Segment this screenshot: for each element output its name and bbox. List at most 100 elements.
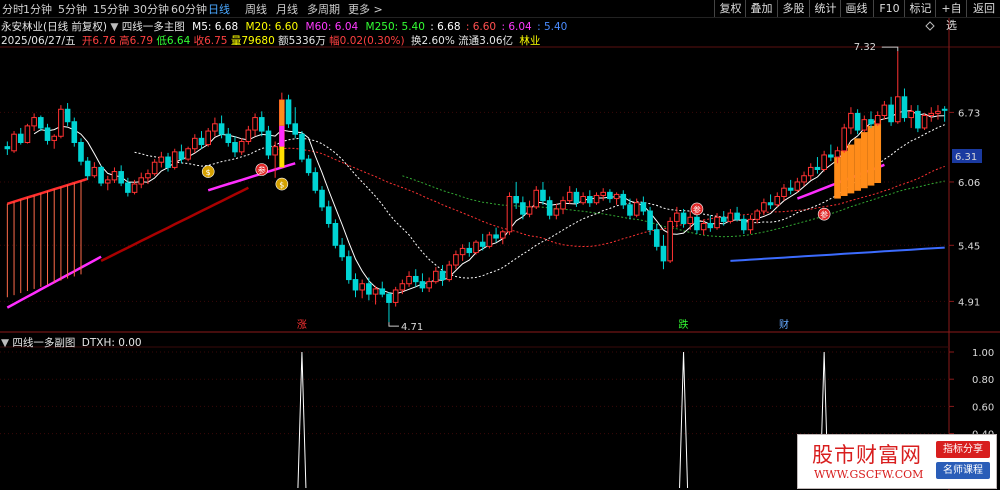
sub-panel-header: ▼ 四线一多副图 DTXH: 0.00	[1, 335, 142, 350]
tab-timeframe-2[interactable]: 5分钟	[58, 1, 87, 17]
candle-body	[707, 223, 714, 229]
candle-body	[399, 283, 406, 291]
candle-body	[339, 244, 345, 258]
candle-body	[4, 146, 11, 150]
candle-body	[372, 288, 379, 295]
candle-body	[406, 275, 412, 285]
candle-body	[868, 119, 874, 125]
ma5-line	[33, 109, 945, 295]
candle-body	[841, 127, 848, 152]
candle-body	[225, 133, 232, 143]
tab-timeframe-7[interactable]: 周线	[245, 1, 267, 17]
tab-timeframe-10[interactable]: 更多 >	[348, 1, 383, 17]
candle-body	[861, 119, 868, 131]
tab-timeframe-3[interactable]: 15分钟	[93, 1, 129, 17]
tab-timeframe-0[interactable]: 分时	[2, 1, 24, 17]
low-annotation-line	[388, 322, 399, 327]
sub-panel-title[interactable]: 四线一多副图	[12, 337, 75, 349]
candle-body	[245, 129, 252, 142]
ma5-value: M5: 6.68	[192, 21, 239, 33]
candle-body	[192, 137, 198, 150]
logo-text: 股市财富网	[812, 443, 922, 467]
tab-timeframe-5[interactable]: 60分钟	[171, 1, 207, 17]
misc-value-4: : 5.40	[537, 21, 568, 33]
toolbar-button-5[interactable]: F10	[873, 0, 905, 17]
tab-timeframe-6[interactable]: 日线	[208, 1, 230, 17]
candle-body	[560, 200, 566, 210]
candle-body	[252, 117, 258, 131]
candle-body	[613, 193, 620, 200]
candle-body	[305, 158, 312, 174]
candle-body	[479, 241, 486, 247]
candle-body	[446, 264, 453, 281]
logo-url: WWW.GSCFW.COM	[814, 468, 924, 481]
signal-candle-top	[279, 99, 285, 126]
candle-body	[98, 166, 104, 184]
candle-body	[653, 229, 660, 247]
dtxh-spike-1	[679, 351, 689, 489]
candle-body	[111, 171, 118, 181]
toolbar-button-8[interactable]: 返回	[966, 0, 1000, 17]
zhang-label: 涨	[297, 319, 307, 331]
candle-body	[694, 216, 700, 231]
candle-body	[145, 173, 151, 179]
ribbon-fill	[867, 125, 875, 186]
candle-body	[513, 196, 519, 204]
ma60-value: M60: 6.04	[305, 21, 359, 33]
candle-body	[640, 202, 647, 212]
sub-y-tick-label: 1.00	[972, 348, 994, 359]
price-chart: 6.736.065.454.916.31$ 参$参参7.324.71涨跌财1.00…	[0, 18, 1000, 490]
indicator-name[interactable]: 四线一多主图	[122, 21, 185, 33]
candle-body	[580, 196, 586, 204]
ma250-value: M250: 5.40	[365, 21, 425, 33]
candle-body	[17, 133, 24, 143]
candle-body	[366, 283, 372, 295]
candle-body	[238, 140, 245, 153]
toolbar-button-2[interactable]: 多股	[777, 0, 809, 17]
candle-body	[31, 117, 37, 127]
sub-y-tick-label: 0.60	[972, 402, 994, 413]
tab-timeframe-8[interactable]: 月线	[276, 1, 298, 17]
tab-timeframe-4[interactable]: 30分钟	[133, 1, 169, 17]
candle-body	[433, 270, 439, 283]
toolbar-button-4[interactable]: 画线	[840, 0, 872, 17]
candle-body	[292, 123, 299, 135]
high-annotation-text: 7.32	[854, 42, 876, 53]
candle-body	[51, 135, 58, 141]
candle-body	[151, 161, 158, 175]
candle-body	[761, 202, 767, 212]
toolbar-button-7[interactable]: +自选	[935, 0, 967, 32]
sub-panel-toggle-icon[interactable]: ▼	[1, 337, 9, 349]
candle-body	[633, 202, 640, 216]
indicator-toggle-icon[interactable]: ▼	[110, 21, 118, 33]
candle-body	[566, 191, 573, 202]
candle-body	[807, 166, 814, 177]
candle-body	[84, 160, 91, 177]
candle-body	[125, 182, 131, 193]
candle-body	[78, 142, 84, 162]
die-label: 跌	[679, 318, 689, 331]
candle-body	[747, 218, 754, 231]
candle-body	[419, 281, 426, 289]
tab-timeframe-1[interactable]: 1分钟	[23, 1, 52, 17]
misc-value-2: : 6.60	[465, 21, 497, 33]
candle-body	[700, 223, 707, 231]
candle-body	[359, 283, 365, 291]
toolbar-button-0[interactable]: 复权	[714, 0, 746, 17]
toolbar-button-1[interactable]: 叠加	[745, 0, 777, 17]
candle-body	[118, 171, 124, 184]
misc-value-3: : 6.04	[501, 21, 532, 33]
candle-body	[345, 256, 352, 281]
open-value: 开6.76	[81, 35, 116, 47]
sector-value: 林业	[519, 35, 541, 47]
candle-body	[198, 137, 205, 146]
toolbar-button-3[interactable]: 统计	[809, 0, 841, 17]
candle-body	[848, 112, 854, 129]
float-cap-value: 流通3.06亿	[458, 35, 514, 47]
ribbon-fill	[860, 132, 868, 189]
candle-body	[138, 177, 145, 185]
candle-body	[834, 150, 841, 158]
candle-body	[660, 245, 667, 262]
tab-timeframe-9[interactable]: 多周期	[307, 1, 340, 17]
toolbar-button-6[interactable]: 标记	[904, 0, 936, 17]
